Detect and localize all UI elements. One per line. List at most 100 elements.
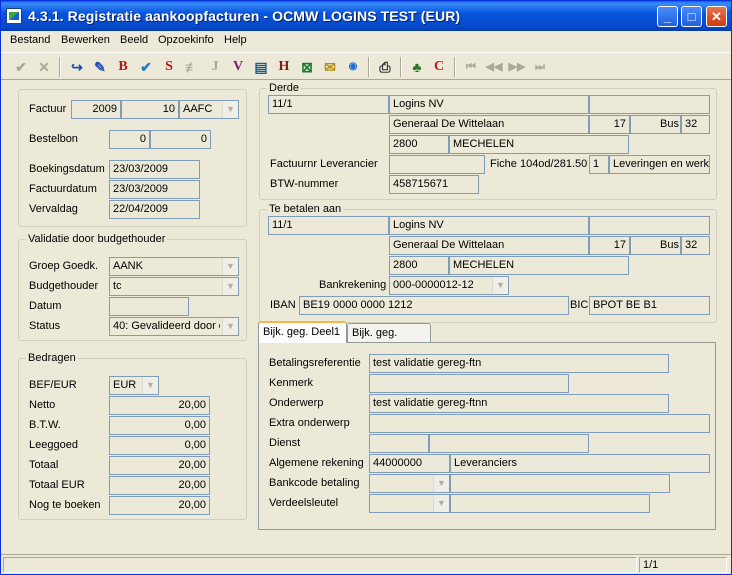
chevron-down-icon[interactable]: ▼ — [222, 258, 238, 275]
datum-field[interactable] — [109, 297, 189, 316]
j-icon[interactable]: J — [205, 57, 225, 77]
tebetalen-code-field[interactable]: 11/1 — [268, 216, 389, 235]
totaal-field[interactable]: 20,00 — [109, 456, 210, 475]
excel-icon[interactable]: ⊠ — [297, 57, 317, 77]
derde-number-field[interactable]: 17 — [589, 115, 630, 134]
factuurnr-field[interactable] — [389, 155, 485, 174]
derde-street-field[interactable]: Generaal De Wittelaan — [389, 115, 589, 134]
algemene-rekening-label: Algemene rekening — [269, 457, 364, 469]
derde-city-field[interactable]: MECHELEN — [449, 135, 629, 154]
status-combo[interactable]: 40: Gevalideerd door c ▼ — [109, 317, 239, 336]
tebetalen-city-field[interactable]: MECHELEN — [449, 256, 629, 275]
betalingsref-field[interactable]: test validatie gereg-ftn — [369, 354, 669, 373]
chevron-down-icon[interactable]: ▼ — [222, 318, 238, 335]
derde-bus-field[interactable]: 32 — [681, 115, 710, 134]
checkmark-icon[interactable]: ✔ — [11, 57, 31, 77]
derde-postcode-field[interactable]: 2800 — [389, 135, 449, 154]
btw-field[interactable]: 0,00 — [109, 416, 210, 435]
bankrekening-combo[interactable]: 000-0000012-12 ▼ — [389, 276, 509, 295]
redo-icon[interactable]: ↪ — [67, 57, 87, 77]
tab-deel1[interactable]: Bijk. geg. Deel1 — [258, 321, 347, 343]
cancel-x-icon[interactable]: ✕ — [34, 57, 54, 77]
h-icon[interactable]: H — [274, 57, 294, 77]
bankrekening-label: Bankrekening — [319, 279, 387, 291]
groep-combo[interactable]: AANK ▼ — [109, 257, 239, 276]
printer-icon[interactable]: ⎙ — [375, 57, 395, 77]
tebetalen-number-field[interactable]: 17 — [589, 236, 630, 255]
iban-field[interactable]: BE19 0000 0000 1212 — [299, 296, 569, 315]
verdeelsleutel-combo[interactable]: ▼ — [369, 494, 450, 513]
last-icon[interactable]: ⏭ — [530, 57, 550, 77]
bic-field[interactable]: BPOT BE B1 — [589, 296, 710, 315]
strikethrough-icon[interactable]: ≢ — [182, 57, 202, 77]
fiche-desc-field[interactable]: Leveringen en werk — [609, 155, 710, 174]
chevron-down-icon[interactable]: ▼ — [142, 377, 158, 394]
dienst-code-field[interactable] — [369, 434, 429, 453]
totaal-eur-field[interactable]: 20,00 — [109, 476, 210, 495]
dienst-name-field[interactable] — [429, 434, 589, 453]
menu-help[interactable]: Help — [224, 34, 247, 46]
algemene-rekening-field[interactable]: 44000000 — [369, 454, 450, 473]
nog-te-boeken-field[interactable]: 20,00 — [109, 496, 210, 515]
tree-icon[interactable]: ♣ — [407, 57, 427, 77]
chevron-down-icon[interactable]: ▼ — [222, 278, 238, 295]
minimize-button[interactable]: _ — [657, 6, 678, 27]
verdeelsleutel-desc-field[interactable] — [450, 494, 650, 513]
derde-extra-field[interactable] — [589, 95, 710, 114]
document-list-icon[interactable]: ▤ — [251, 57, 271, 77]
tebetalen-bus-field[interactable]: 32 — [681, 236, 710, 255]
tebetalen-name-field[interactable]: Logins NV — [389, 216, 589, 235]
onderwerp-field[interactable]: test validatie gereg-ftnn — [369, 394, 669, 413]
budgethouder-combo[interactable]: tc ▼ — [109, 277, 239, 296]
journal-combo[interactable]: AAFC ▼ — [179, 100, 239, 119]
kenmerk-field[interactable] — [369, 374, 569, 393]
pen-icon[interactable]: ✎ — [90, 57, 110, 77]
chevron-down-icon[interactable]: ▼ — [433, 475, 449, 492]
leeggoed-field[interactable]: 0,00 — [109, 436, 210, 455]
tab-deel2[interactable]: Bijk. geg. Deel2 — [347, 323, 431, 357]
menu-beeld[interactable]: Beeld — [120, 34, 148, 46]
v-icon[interactable]: V — [228, 57, 248, 77]
menu-bewerken[interactable]: Bewerken — [61, 34, 110, 46]
netto-field[interactable]: 20,00 — [109, 396, 210, 415]
eye-icon[interactable]: ◉ — [343, 57, 363, 77]
tebetalen-postcode-field[interactable]: 2800 — [389, 256, 449, 275]
title-bar[interactable]: 4.3.1. Registratie aankoopfacturen - OCM… — [1, 1, 731, 31]
bankcode-desc-field[interactable] — [450, 474, 670, 493]
algemene-rekening-name-field[interactable]: Leveranciers — [450, 454, 710, 473]
iban-label: IBAN — [270, 299, 296, 311]
notes-icon[interactable]: ✉ — [320, 57, 340, 77]
app-icon[interactable] — [6, 8, 22, 24]
tebetalen-street-field[interactable]: Generaal De Wittelaan — [389, 236, 589, 255]
factuur-number-field[interactable]: 10 — [121, 100, 179, 119]
vervaldag-field[interactable]: 22/04/2009 — [109, 200, 200, 219]
boekingsdatum-field[interactable]: 23/03/2009 — [109, 160, 200, 179]
b-icon[interactable]: B — [113, 57, 133, 77]
derde-name-field[interactable]: Logins NV — [389, 95, 589, 114]
menu-opzoekinfo[interactable]: Opzoekinfo — [158, 34, 214, 46]
bankcode-combo[interactable]: ▼ — [369, 474, 450, 493]
bestelbon-field-1[interactable]: 0 — [109, 130, 150, 149]
first-icon[interactable]: ⏮ — [461, 57, 481, 77]
validate-check-icon[interactable]: ✔ — [136, 57, 156, 77]
tebetalen-extra-field[interactable] — [589, 216, 710, 235]
extra-onderwerp-label: Extra onderwerp — [269, 417, 350, 429]
bestelbon-field-2[interactable]: 0 — [150, 130, 211, 149]
chevron-down-icon[interactable]: ▼ — [433, 495, 449, 512]
menu-bestand[interactable]: Bestand — [10, 34, 50, 46]
extra-onderwerp-field[interactable] — [369, 414, 710, 433]
factuurdatum-field[interactable]: 23/03/2009 — [109, 180, 200, 199]
fiche-field[interactable]: 1 — [589, 155, 609, 174]
btw-field[interactable]: 458715671 — [389, 175, 479, 194]
s-icon[interactable]: S — [159, 57, 179, 77]
close-button[interactable]: ✕ — [706, 6, 727, 27]
maximize-button[interactable]: □ — [681, 6, 702, 27]
chevron-down-icon[interactable]: ▼ — [222, 101, 238, 118]
valuta-combo[interactable]: EUR ▼ — [109, 376, 159, 395]
prev-icon[interactable]: ◀◀ — [484, 57, 504, 77]
derde-code-field[interactable]: 11/1 — [268, 95, 389, 114]
factuur-year-field[interactable]: 2009 — [71, 100, 121, 119]
chevron-down-icon[interactable]: ▼ — [492, 277, 508, 294]
c-icon[interactable]: C — [429, 57, 449, 77]
next-icon[interactable]: ▶▶ — [507, 57, 527, 77]
